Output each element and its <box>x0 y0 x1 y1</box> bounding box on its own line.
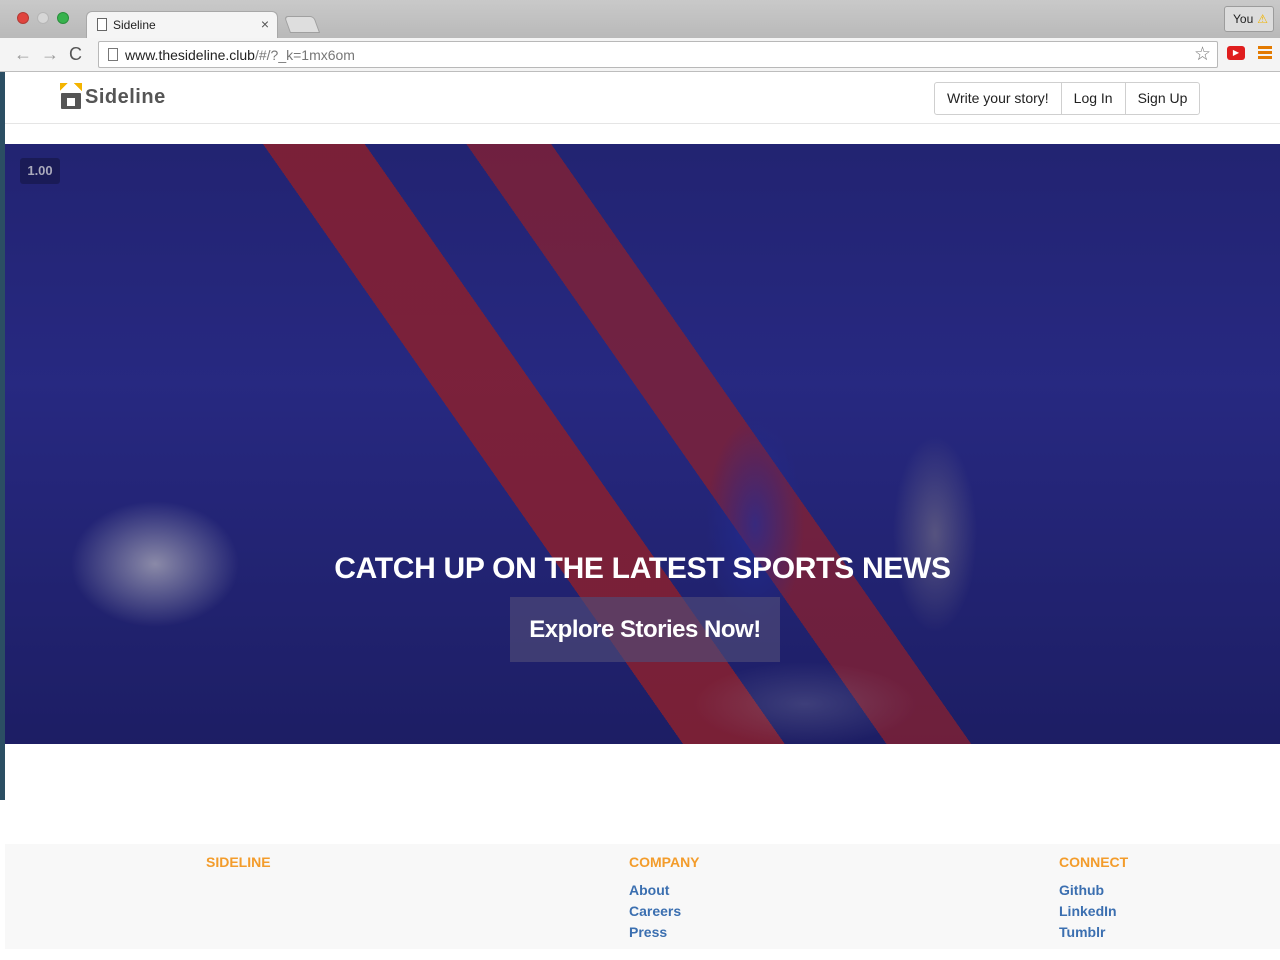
minimize-window-button[interactable] <box>37 12 49 24</box>
url-path: /#/?_k=1mx6om <box>254 47 355 63</box>
new-tab-button[interactable] <box>283 16 321 33</box>
page-icon <box>108 48 118 61</box>
browser-toolbar: ← → C www.thesideline.club/#/?_k=1mx6om … <box>0 38 1280 72</box>
profile-label: You <box>1233 12 1254 26</box>
site-logo[interactable]: Sideline <box>60 82 166 112</box>
site-header: Sideline Write your story! Log In Sign U… <box>5 72 1280 124</box>
profile-button[interactable]: You ⚠ <box>1224 6 1274 32</box>
back-arrow-icon[interactable]: ← <box>14 44 32 65</box>
footer-col-company: COMPANY About Careers Press <box>629 854 700 945</box>
bookmark-star-icon[interactable]: ☆ <box>1194 43 1211 66</box>
crown-logo-icon <box>60 83 82 111</box>
warning-icon: ⚠ <box>1257 12 1269 26</box>
address-bar[interactable]: www.thesideline.club/#/?_k=1mx6om ☆ <box>98 41 1218 68</box>
youtube-extension-icon[interactable]: ▶ <box>1227 46 1245 60</box>
reload-icon[interactable]: C <box>69 44 82 65</box>
browser-tab[interactable]: Sideline × <box>86 11 278 39</box>
footer-col-connect: CONNECT Github LinkedIn Tumblr <box>1059 854 1128 945</box>
footer-link-linkedin[interactable]: LinkedIn <box>1059 903 1128 919</box>
footer-heading-company: COMPANY <box>629 854 700 870</box>
page-icon <box>97 18 107 31</box>
footer-col-sideline: SIDELINE <box>206 854 271 882</box>
url-host: www.thesideline.club <box>125 47 255 63</box>
forward-arrow-icon[interactable]: → <box>41 44 59 65</box>
hero-title: CATCH UP ON THE LATEST SPORTS NEWS <box>334 552 951 585</box>
explore-stories-button[interactable]: Explore Stories Now! <box>510 597 780 662</box>
tab-close-icon[interactable]: × <box>261 16 269 32</box>
footer-link-tumblr[interactable]: Tumblr <box>1059 924 1128 940</box>
header-nav: Write your story! Log In Sign Up <box>934 82 1201 115</box>
footer-heading-connect: CONNECT <box>1059 854 1129 870</box>
footer-link-press[interactable]: Press <box>629 924 700 940</box>
playback-speed-badge: 1.00 <box>20 158 60 184</box>
url-text[interactable]: www.thesideline.club/#/?_k=1mx6om <box>125 47 355 63</box>
footer-link-about[interactable]: About <box>629 882 700 898</box>
logo-text: Sideline <box>85 85 166 108</box>
footer-link-careers[interactable]: Careers <box>629 903 700 919</box>
log-in-button[interactable]: Log In <box>1060 83 1125 114</box>
maximize-window-button[interactable] <box>57 12 69 24</box>
sign-up-button[interactable]: Sign Up <box>1124 83 1200 114</box>
write-story-button[interactable]: Write your story! <box>935 83 1061 114</box>
footer-heading-sideline: SIDELINE <box>206 854 271 870</box>
webpage: Sideline Write your story! Log In Sign U… <box>5 72 1280 960</box>
close-window-button[interactable] <box>17 12 29 24</box>
browser-menu-icon[interactable] <box>1258 46 1272 60</box>
tab-title: Sideline <box>113 18 156 32</box>
hero-video[interactable]: 1.00 CATCH UP ON THE LATEST SPORTS NEWS … <box>5 144 1280 744</box>
footer-link-github[interactable]: Github <box>1059 882 1128 898</box>
browser-titlebar: Sideline × You ⚠ <box>0 0 1280 39</box>
site-footer: SIDELINE COMPANY About Careers Press CON… <box>5 844 1280 949</box>
